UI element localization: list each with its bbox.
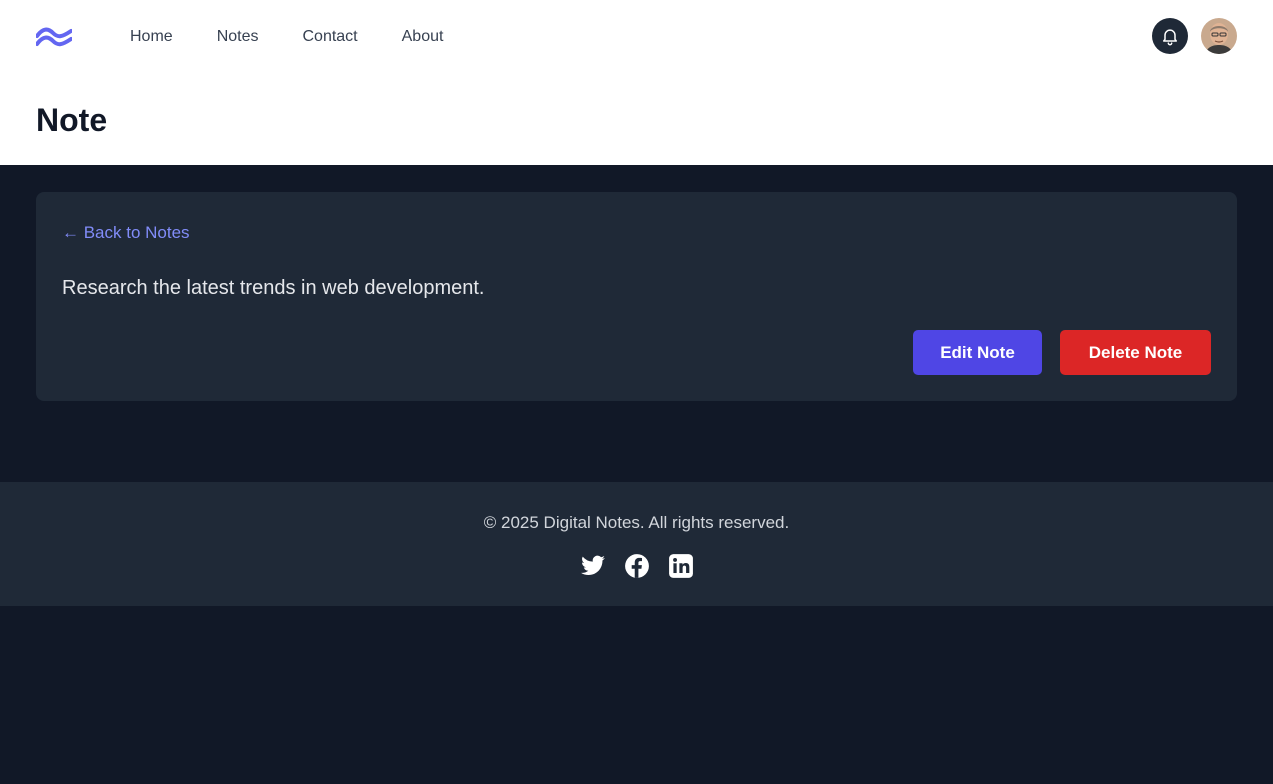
main-nav: Home Notes Contact About — [108, 26, 465, 48]
notifications-button[interactable] — [1152, 18, 1188, 54]
nav-link-home[interactable]: Home — [108, 26, 195, 48]
top-navigation: Home Notes Contact About Note — [0, 0, 1273, 165]
delete-note-button[interactable]: Delete Note — [1060, 330, 1211, 375]
back-to-notes-link[interactable]: ← Back to Notes — [62, 222, 190, 244]
nav-link-contact[interactable]: Contact — [280, 26, 379, 48]
social-links — [0, 552, 1273, 580]
wave-logo-icon[interactable] — [36, 24, 72, 48]
site-footer: © 2025 Digital Notes. All rights reserve… — [0, 482, 1273, 606]
note-card: ← Back to Notes Research the latest tren… — [36, 192, 1237, 401]
avatar-image — [1201, 18, 1237, 54]
edit-note-button[interactable]: Edit Note — [913, 330, 1042, 375]
bell-icon — [1163, 29, 1177, 46]
user-avatar[interactable] — [1201, 18, 1237, 54]
note-content: Research the latest trends in web develo… — [62, 277, 485, 299]
page-title: Note — [36, 102, 108, 138]
nav-link-about[interactable]: About — [380, 26, 466, 48]
nav-link-notes[interactable]: Notes — [195, 26, 281, 48]
twitter-icon[interactable] — [580, 552, 606, 580]
copyright-text: © 2025 Digital Notes. All rights reserve… — [483, 513, 790, 532]
linkedin-icon[interactable] — [668, 552, 694, 580]
facebook-icon[interactable] — [624, 552, 650, 580]
